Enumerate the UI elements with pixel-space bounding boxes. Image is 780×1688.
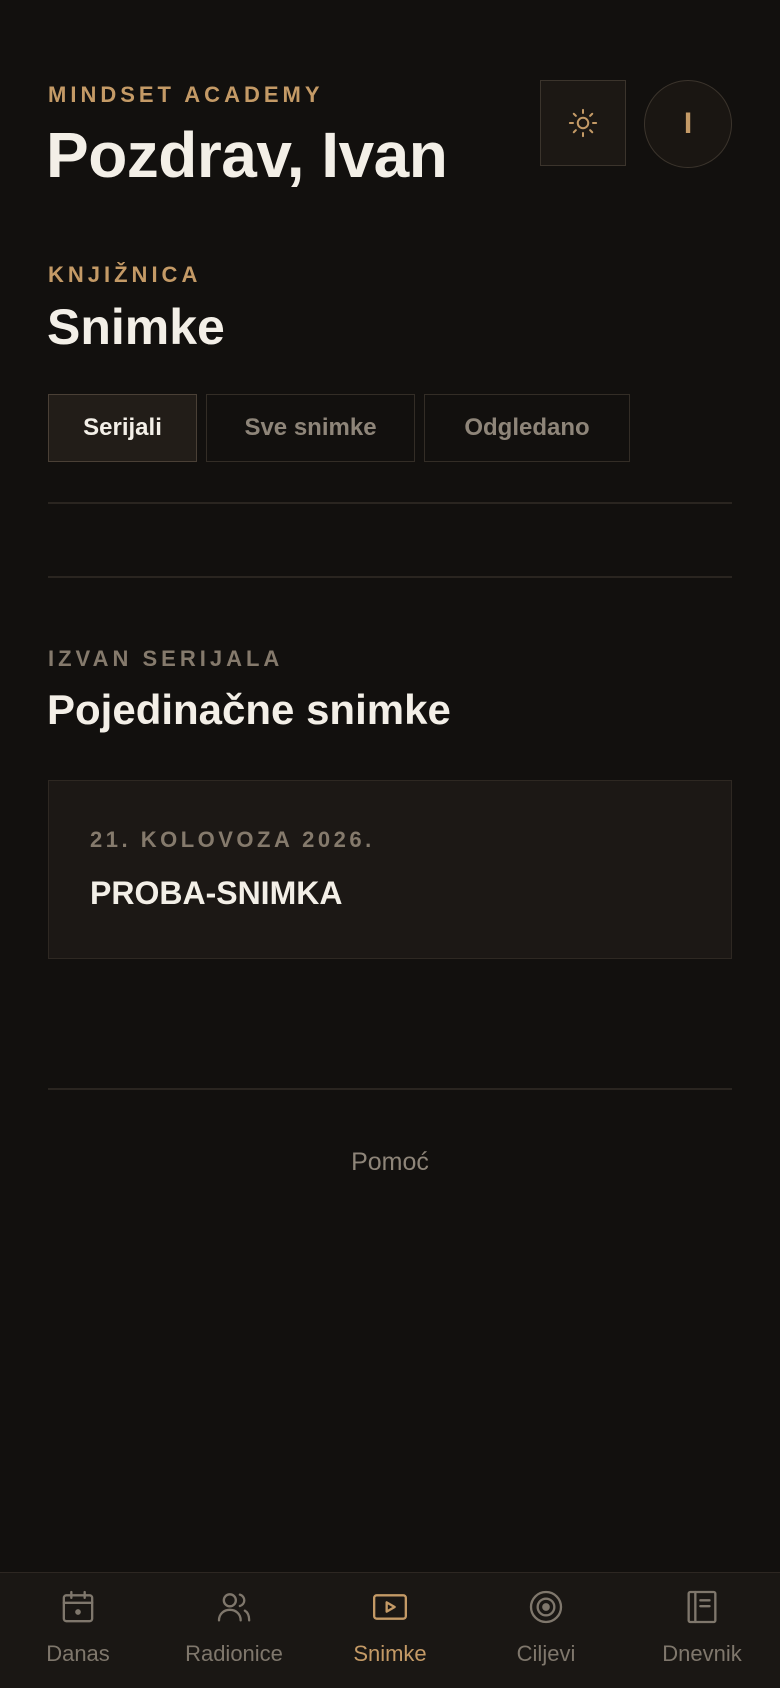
users-icon (217, 1593, 251, 1622)
nav-item-ciljevi[interactable]: Ciljevi (468, 1573, 624, 1688)
divider (48, 576, 732, 578)
standalone-title: Pojedinačne snimke (47, 686, 451, 733)
help-link[interactable]: Pomoć (0, 1148, 780, 1177)
sun-icon (568, 108, 598, 138)
avatar-button[interactable]: I (644, 80, 732, 168)
library-title: Snimke (47, 299, 225, 355)
bottom-nav: Danas Radionice Snimke Ciljevi Dnevnik (0, 1572, 780, 1688)
nav-label: Radionice (185, 1641, 283, 1666)
notebook-icon (687, 1590, 717, 1624)
nav-label: Danas (46, 1641, 110, 1666)
nav-label: Ciljevi (516, 1641, 576, 1666)
avatar-initial: I (683, 107, 693, 140)
recording-title: PROBA-SNIMKA (90, 875, 343, 911)
target-icon (529, 1590, 563, 1624)
nav-label: Dnevnik (662, 1641, 742, 1666)
recording-card[interactable]: 21. KOLOVOZA 2026. PROBA-SNIMKA (48, 780, 732, 959)
library-tabs: Serijali Sve snimke Odgledano (48, 394, 630, 462)
divider (48, 502, 732, 504)
footer-divider (48, 1088, 732, 1090)
nav-item-danas[interactable]: Danas (0, 1573, 156, 1688)
video-play-icon (373, 1594, 407, 1620)
tab-odgledano[interactable]: Odgledano (424, 394, 630, 462)
calendar-icon (62, 1590, 94, 1623)
nav-item-radionice[interactable]: Radionice (156, 1573, 312, 1688)
recording-date: 21. KOLOVOZA 2026. (90, 827, 375, 852)
brand-name: MINDSET ACADEMY (48, 82, 324, 107)
theme-toggle-button[interactable] (540, 80, 626, 166)
nav-label: Snimke (353, 1641, 427, 1666)
library-eyebrow: KNJIŽNICA (48, 262, 202, 287)
app-screen: MINDSET ACADEMY Pozdrav, Ivan I KNJIŽNIC… (0, 0, 780, 1688)
nav-item-dnevnik[interactable]: Dnevnik (624, 1573, 780, 1688)
tab-serijali[interactable]: Serijali (48, 394, 197, 462)
standalone-eyebrow: IZVAN SERIJALA (48, 646, 284, 671)
nav-item-snimke[interactable]: Snimke (312, 1573, 468, 1688)
tab-sve-snimke[interactable]: Sve snimke (206, 394, 415, 462)
greeting-title: Pozdrav, Ivan (46, 119, 448, 191)
